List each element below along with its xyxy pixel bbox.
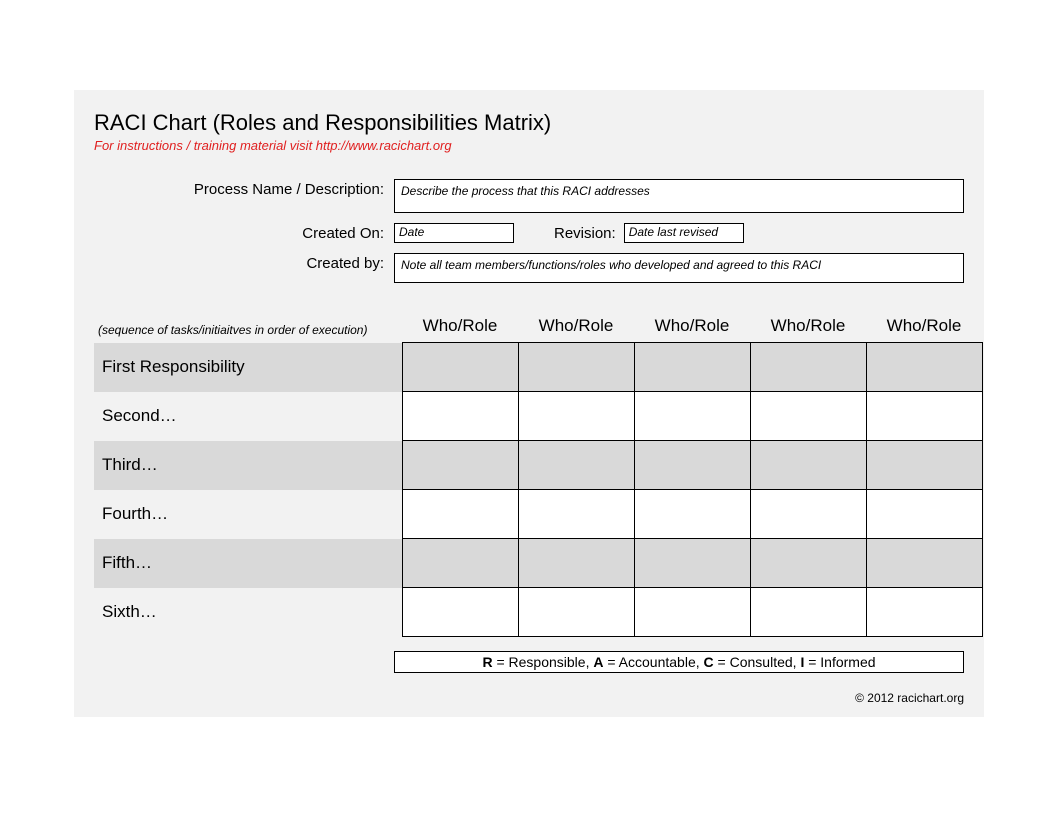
raci-cell[interactable] bbox=[750, 588, 866, 637]
raci-cell[interactable] bbox=[518, 490, 634, 539]
legend-a-val: = Accountable, bbox=[604, 654, 704, 670]
raci-cell[interactable] bbox=[402, 490, 518, 539]
table-row: Sixth… bbox=[94, 588, 982, 637]
raci-cell[interactable] bbox=[518, 588, 634, 637]
raci-cell[interactable] bbox=[402, 588, 518, 637]
raci-cell[interactable] bbox=[518, 343, 634, 392]
raci-cell[interactable] bbox=[866, 490, 982, 539]
role-header-1: Who/Role bbox=[402, 315, 518, 343]
raci-cell[interactable] bbox=[518, 539, 634, 588]
task-label: Sixth… bbox=[94, 588, 402, 637]
created-on-label: Created On: bbox=[94, 223, 394, 242]
created-on-field[interactable]: Date bbox=[394, 223, 514, 243]
raci-cell[interactable] bbox=[750, 441, 866, 490]
raci-sheet: RACI Chart (Roles and Responsibilities M… bbox=[74, 90, 984, 717]
raci-cell[interactable] bbox=[634, 539, 750, 588]
table-row: Second… bbox=[94, 392, 982, 441]
raci-cell[interactable] bbox=[866, 588, 982, 637]
raci-cell[interactable] bbox=[402, 343, 518, 392]
table-row: Fourth… bbox=[94, 490, 982, 539]
legend-r-key: R bbox=[482, 654, 492, 670]
role-header-3: Who/Role bbox=[634, 315, 750, 343]
raci-matrix: (sequence of tasks/initiaitves in order … bbox=[94, 315, 983, 637]
copyright: © 2012 racichart.org bbox=[94, 691, 964, 705]
legend-i-val: = Informed bbox=[804, 654, 875, 670]
task-label: Fourth… bbox=[94, 490, 402, 539]
role-header-2: Who/Role bbox=[518, 315, 634, 343]
created-by-field[interactable]: Note all team members/functions/roles wh… bbox=[394, 253, 964, 283]
table-row: Fifth… bbox=[94, 539, 982, 588]
role-header-5: Who/Role bbox=[866, 315, 982, 343]
raci-cell[interactable] bbox=[402, 539, 518, 588]
raci-cell[interactable] bbox=[866, 539, 982, 588]
legend-c-val: = Consulted, bbox=[714, 654, 801, 670]
raci-cell[interactable] bbox=[750, 539, 866, 588]
raci-cell[interactable] bbox=[634, 588, 750, 637]
raci-cell[interactable] bbox=[634, 392, 750, 441]
raci-cell[interactable] bbox=[518, 392, 634, 441]
raci-cell[interactable] bbox=[402, 392, 518, 441]
legend-r-val: = Responsible, bbox=[493, 654, 594, 670]
table-row: Third… bbox=[94, 441, 982, 490]
raci-cell[interactable] bbox=[866, 392, 982, 441]
process-name-label: Process Name / Description: bbox=[94, 179, 394, 198]
page-subtitle: For instructions / training material vis… bbox=[94, 138, 964, 153]
raci-cell[interactable] bbox=[518, 441, 634, 490]
raci-cell[interactable] bbox=[402, 441, 518, 490]
legend-c-key: C bbox=[704, 654, 714, 670]
task-label: Third… bbox=[94, 441, 402, 490]
revision-label: Revision: bbox=[514, 223, 624, 242]
raci-cell[interactable] bbox=[750, 343, 866, 392]
raci-cell[interactable] bbox=[634, 441, 750, 490]
task-label: First Responsibility bbox=[94, 343, 402, 392]
process-name-field[interactable]: Describe the process that this RACI addr… bbox=[394, 179, 964, 213]
raci-cell[interactable] bbox=[634, 490, 750, 539]
task-sequence-header: (sequence of tasks/initiaitves in order … bbox=[94, 315, 402, 343]
page-title: RACI Chart (Roles and Responsibilities M… bbox=[94, 110, 964, 136]
raci-cell[interactable] bbox=[750, 490, 866, 539]
role-header-4: Who/Role bbox=[750, 315, 866, 343]
legend-a-key: A bbox=[593, 654, 603, 670]
revision-field[interactable]: Date last revised bbox=[624, 223, 744, 243]
created-by-label: Created by: bbox=[94, 253, 394, 272]
task-label: Fifth… bbox=[94, 539, 402, 588]
raci-cell[interactable] bbox=[750, 392, 866, 441]
raci-legend: R = Responsible, A = Accountable, C = Co… bbox=[394, 651, 964, 673]
raci-cell[interactable] bbox=[866, 343, 982, 392]
raci-cell[interactable] bbox=[634, 343, 750, 392]
table-row: First Responsibility bbox=[94, 343, 982, 392]
task-label: Second… bbox=[94, 392, 402, 441]
raci-cell[interactable] bbox=[866, 441, 982, 490]
